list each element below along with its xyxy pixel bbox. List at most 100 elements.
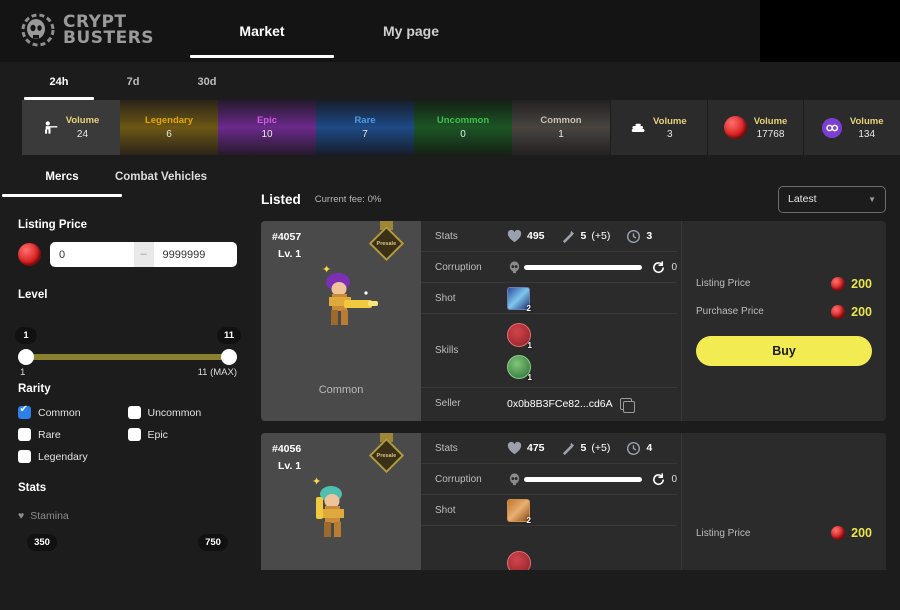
corruption-value: 0 (671, 473, 677, 485)
wallet-connect-area[interactable] (760, 0, 900, 62)
card-level: Lv. 1 (278, 460, 302, 472)
checkbox-legendary-box[interactable] (18, 450, 31, 463)
card-hp-value: 475 (527, 442, 545, 454)
coin-icon (821, 117, 842, 138)
rarity-card-common[interactable]: Common 1 (512, 100, 610, 155)
rarity-checkbox-epic[interactable]: Epic (127, 428, 238, 441)
listings-header: Listed Current fee: 0% Latest ▼ (261, 155, 886, 221)
price-min-input[interactable] (50, 242, 134, 267)
listings-panel: Listed Current fee: 0% Latest ▼ #4057 Lv… (255, 155, 900, 570)
rarity-value-epic: 10 (261, 129, 273, 140)
shot-skill-icon[interactable]: 2 (507, 286, 531, 313)
listing-price-label: Listing Price (696, 527, 751, 539)
card-attack-value: 5 (580, 230, 587, 242)
vehicle-volume-card[interactable]: Volume 3 (610, 100, 707, 155)
listing-card[interactable]: #4057 Lv. 1 Presale ✦ Common Stats 495 5… (261, 221, 886, 421)
refresh-icon[interactable] (651, 260, 666, 275)
rarity-checkbox-group: Common Uncommon Rare Epic Legendary (18, 404, 238, 472)
nav-tabs: Market My page (188, 0, 486, 62)
card-price-panel: Listing Price 200 Purchase Price 200 Buy (681, 221, 886, 421)
market-stats-strip: 24h 7d 30d Volume 24 Legendary 6 Epic 10… (0, 62, 900, 155)
rarity-checkbox-uncommon[interactable]: Uncommon (127, 406, 238, 419)
rarity-checkbox-common[interactable]: Common (18, 404, 128, 419)
rarity-checkbox-rare[interactable]: Rare (18, 428, 128, 441)
checkbox-epic-box[interactable] (127, 428, 141, 441)
tab-my-page[interactable]: My page (336, 0, 486, 62)
listing-price-value: 200 (851, 526, 872, 540)
corruption-label: Corruption (435, 261, 482, 273)
stamina-stat-row: ♥ Stamina (18, 510, 237, 522)
rarity-label-common: Common (540, 115, 582, 126)
seller-label: Seller (435, 398, 461, 409)
checkbox-rare-box[interactable] (18, 428, 31, 441)
presale-badge-label: Presale (376, 452, 396, 459)
merc-sprite: ✦ (312, 476, 344, 537)
card-level: Lv. 1 (278, 248, 302, 260)
time-tab-30d[interactable]: 30d (170, 76, 244, 100)
corruption-skull-icon (509, 260, 520, 273)
level-slider-handle-min[interactable] (18, 349, 34, 365)
card-attack-bonus: (+5) (591, 442, 611, 454)
skill-icon-shield[interactable]: 1 (507, 354, 532, 382)
stamina-range-slider[interactable]: 350 750 (18, 534, 237, 556)
card-artwork: #4056 Lv. 1 Presale ✦ Common (261, 433, 421, 570)
card-id: #4057 (272, 231, 302, 243)
corruption-skull-icon (509, 472, 520, 485)
svg-text:✦: ✦ (322, 264, 331, 276)
buy-button[interactable]: Buy (696, 335, 872, 366)
merc-volume-card[interactable]: Volume 24 (22, 100, 120, 155)
card-skills-row: Skills 1 1 (421, 314, 677, 388)
purchase-price-value: 200 (851, 304, 872, 319)
skill-icon-slash[interactable]: 1 (507, 322, 532, 350)
rarity-value-legendary: 6 (166, 129, 172, 140)
volume-cards-group: Volume 3 Volume 17768 Volume 134 (610, 100, 900, 155)
refresh-icon[interactable] (651, 472, 666, 487)
listings-title: Listed (261, 191, 301, 207)
brand-logo[interactable]: CRYPT BUSTERS (0, 11, 180, 51)
skill-1-level: 1 (527, 340, 532, 350)
card-stats-row: Stats 495 5 (+5) 3 (421, 221, 677, 252)
rarity-value-rare: 7 (362, 129, 368, 140)
price-max-input[interactable] (153, 242, 237, 267)
coin-volume-label: Volume (849, 115, 884, 127)
rarity-card-rare[interactable]: Rare 7 (316, 100, 414, 155)
rarity-card-legendary[interactable]: Legendary 6 (120, 100, 218, 155)
tab-combat-vehicles[interactable]: Combat Vehicles (106, 171, 216, 197)
shot-skill-icon[interactable]: 2 (507, 498, 531, 525)
listing-card[interactable]: #4056 Lv. 1 Presale ✦ Common (261, 433, 886, 570)
time-tab-24h[interactable]: 24h (22, 76, 96, 100)
level-range-slider[interactable]: 1 11 1 11 (MAX) (15, 327, 242, 378)
rarity-label-legendary: Legendary (144, 115, 194, 126)
shot-skill-level: 2 (526, 303, 531, 313)
rarity-card-epic[interactable]: Epic 10 (218, 100, 316, 155)
copy-icon[interactable] (619, 397, 636, 413)
skill-2-level: 1 (527, 372, 532, 382)
clock-icon (627, 229, 641, 243)
ruby-icon (831, 276, 846, 291)
corruption-value: 0 (671, 261, 677, 273)
vehicle-volume-label: Volume (653, 115, 687, 127)
time-tab-7d[interactable]: 7d (96, 76, 170, 100)
rarity-checkbox-legendary[interactable]: Legendary (18, 450, 128, 463)
skill-icon-slash[interactable]: 1 (507, 551, 532, 570)
attack-icon (562, 442, 574, 455)
rarity-option-rare-label: Rare (38, 428, 61, 441)
listing-price-value: 200 (851, 276, 872, 291)
listing-price-title: Listing Price (18, 219, 88, 231)
presale-badge-label: Presale (376, 240, 396, 247)
checkbox-uncommon-box[interactable] (127, 406, 141, 419)
coin-volume-card[interactable]: Volume 134 (803, 100, 900, 155)
brand-line-2: BUSTERS (63, 28, 155, 48)
presale-badge: Presale (368, 221, 404, 262)
level-slider-handle-max[interactable] (221, 349, 237, 365)
tab-market[interactable]: Market (188, 0, 336, 62)
presale-badge: Presale (368, 433, 404, 474)
top-navigation-bar: CRYPT BUSTERS Market My page (0, 0, 900, 62)
stats-row-label: Stats (435, 442, 458, 454)
rarity-card-uncommon[interactable]: Uncommon 0 (414, 100, 512, 155)
checkbox-common-box[interactable] (18, 404, 31, 419)
ruby-volume-card[interactable]: Volume 17768 (706, 100, 804, 155)
stamina-min-bubble: 350 (27, 534, 57, 551)
tab-mercs[interactable]: Mercs (2, 171, 122, 197)
sort-dropdown[interactable]: Latest ▼ (778, 185, 886, 213)
